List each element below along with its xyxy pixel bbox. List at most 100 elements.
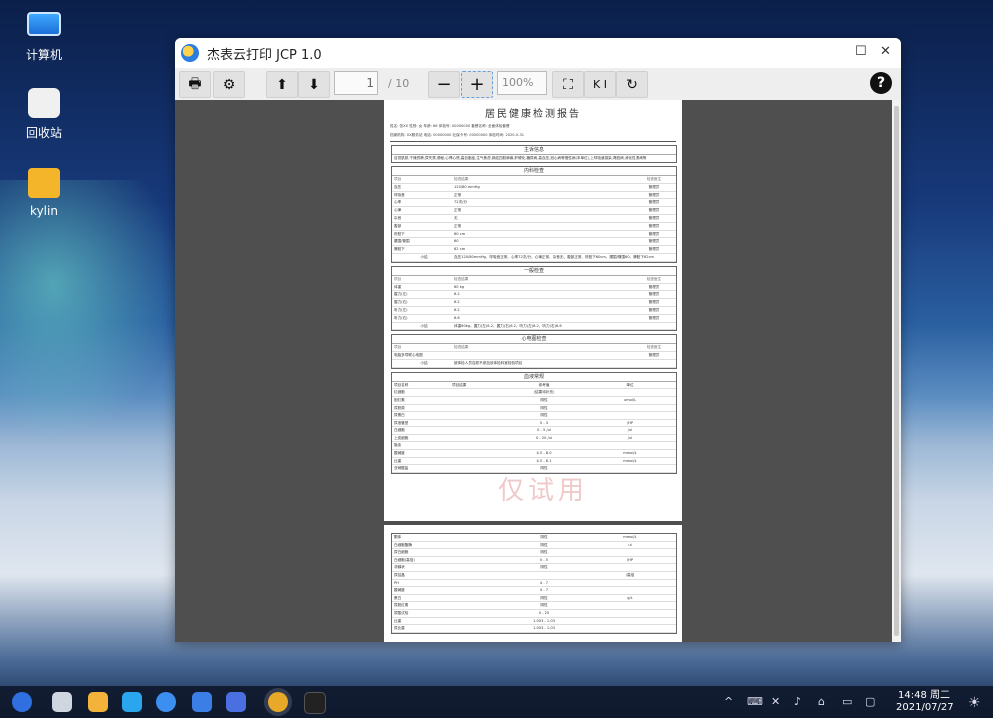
column-header: 项目 [394, 177, 402, 181]
wps-writer-icon[interactable] [192, 692, 212, 712]
table-cell: 比重 [394, 458, 402, 463]
clock-time: 14:48 周二 [898, 690, 950, 701]
tray-expand-icon[interactable]: ^ [724, 695, 733, 708]
minus-icon: − [436, 74, 452, 95]
lab-row: 酮体 阴性 mmol/L [392, 534, 676, 542]
zoom-out-button[interactable]: − [428, 71, 460, 98]
table-cell: 白细胞酯酶 [394, 542, 412, 547]
maximize-icon[interactable]: ☐ [855, 44, 867, 59]
lab-row: 尿白细胞 阴性 [392, 549, 676, 557]
next-page-button[interactable]: ⬇ [298, 71, 330, 98]
table-row: 杂音 无 管理员 [392, 215, 676, 223]
table-cell [452, 625, 504, 632]
fit-width-button[interactable]: K I [584, 71, 616, 98]
table-cell [584, 602, 676, 609]
column-header: 检查结果 [454, 177, 469, 181]
table-row: 心率 72次/分 管理员 [392, 199, 676, 208]
browser-icon[interactable] [156, 692, 176, 712]
desktop-icon-trash[interactable]: 回收站 [14, 88, 74, 141]
print-button[interactable]: 🖶 [179, 71, 211, 98]
table-header: 项目 检查结果 检查医生 [392, 276, 676, 284]
table-cell: 正常 [454, 223, 462, 228]
summary-label: 小结 [420, 254, 428, 259]
document-viewer[interactable]: 居民健康检测报告 姓名: 张XX 性别: 女 年龄: 68 体检号: 00000… [175, 100, 892, 642]
night-mode-icon[interactable]: ☀ [968, 695, 981, 711]
table-cell: mmol/L [623, 451, 637, 456]
summary-text: 被体检人员自愿不参加该体检科室检验项目 [454, 360, 523, 365]
summary-row: 小结 体重60kg、握力(左)6.2、握力(右)6.2、听力(左)6.2、听力(右… [392, 323, 676, 331]
multitask-icon[interactable] [52, 692, 72, 712]
volume-icon[interactable]: ♪ [794, 695, 801, 708]
document-title: 居民健康检测报告 [485, 109, 581, 120]
device-icon[interactable]: ▭ [842, 695, 852, 708]
settings-button[interactable]: ⚙ [213, 71, 245, 98]
close-icon[interactable]: ✕ [880, 44, 891, 59]
summary-label: 小结 [420, 360, 428, 365]
start-menu-icon[interactable] [12, 692, 32, 712]
table-cell: /ul [627, 428, 633, 433]
help-button[interactable]: ? [870, 72, 892, 94]
home-folder-icon [28, 168, 60, 198]
table-cell [452, 610, 504, 617]
vertical-scrollbar[interactable] [892, 100, 901, 642]
summary-text: 体重60kg、握力(左)6.2、握力(右)6.2、听力(左)6.2、听力(右)6… [454, 323, 562, 328]
table-cell: 尿白细胞 [394, 550, 409, 555]
table-cell: /高倍 [625, 572, 635, 577]
desktop-icon-computer[interactable]: 计算机 [14, 12, 74, 63]
table-cell: 尿液管型 [394, 420, 409, 425]
notification-icon[interactable]: ▢ [865, 695, 875, 708]
table-cell: 管理员 [648, 300, 660, 305]
lab-row: 项目名称 项目结果 参考值 单位 [392, 382, 676, 390]
table-cell: mmol/L [623, 535, 637, 539]
table-cell: 白细胞 [394, 428, 405, 433]
jcp-taskbar-icon[interactable] [264, 688, 292, 716]
computer-icon [27, 12, 61, 36]
table-cell: 阴性 [540, 397, 548, 402]
table-cell [584, 618, 676, 625]
table-cell: 无 [454, 215, 458, 220]
previous-page-button[interactable]: ⬆ [266, 71, 298, 98]
table-cell: 隐血 [394, 443, 402, 448]
wifi-icon[interactable]: ⌂ [818, 695, 825, 708]
lab-row: 白细胞 0 - 5 /ul/ul [392, 427, 676, 435]
page-number-input[interactable]: 1 [334, 71, 378, 95]
table-row: 肝脏下 60 cm 管理员 [392, 231, 676, 239]
zoom-select[interactable]: 100% ÷ [497, 71, 547, 111]
patient-info-line2: 档案机构: XX服务站 电话: 00000000 社保卡号: 00000000 … [390, 133, 525, 137]
trial-watermark: 仅试用 [497, 476, 588, 506]
table-cell [452, 442, 504, 449]
table-cell: 尿蛋白 [394, 413, 405, 418]
column-header: 项目 [394, 345, 402, 350]
table-cell: 单位 [626, 382, 634, 387]
table-cell: 上皮细胞 [394, 435, 409, 440]
desktop-icon-home[interactable]: kylin [14, 168, 74, 218]
table-cell [452, 542, 504, 549]
rotate-icon: ↻ [626, 76, 638, 93]
search-app-icon[interactable] [226, 692, 246, 712]
clock[interactable]: 14:48 周二 2021/07/27 [896, 690, 954, 714]
keyboard-icon[interactable]: ⌨ [747, 695, 763, 708]
table-cell: 阴性 [540, 550, 548, 555]
zoom-value: 100% [502, 76, 534, 89]
table-cell [452, 580, 504, 587]
fit-page-button[interactable]: ⛶ [552, 71, 584, 98]
table-cell: 酮体 [394, 535, 402, 539]
scrollbar-thumb[interactable] [894, 106, 899, 636]
table-cell [584, 580, 676, 587]
terminal-icon[interactable] [304, 692, 326, 714]
app-window: 杰表云打印 JCP 1.0 ☐ ✕ 🖶 ⚙ ⬆ ⬇ 1 / 10 − + 100… [175, 38, 901, 642]
desktop-icon-label: 计算机 [25, 48, 62, 62]
page-1: 居民健康检测报告 姓名: 张XX 性别: 女 年龄: 68 体检号: 00000… [384, 100, 682, 521]
table-cell [452, 572, 504, 579]
table-cell: /ul [627, 435, 633, 440]
software-store-icon[interactable] [122, 692, 142, 712]
lab-row: 尿胆原 阴性 [392, 405, 676, 413]
network-off-icon[interactable]: ✕ [771, 695, 780, 708]
table-row: 握力(右) 6.2 管理员 [392, 299, 676, 307]
table-cell: 管理员 [648, 239, 660, 244]
zoom-in-button[interactable]: + [461, 71, 493, 98]
lab-row: 比重 1.003 - 1.03 [392, 618, 676, 626]
file-manager-icon[interactable] [88, 692, 108, 712]
rotate-button[interactable]: ↻ [616, 71, 648, 98]
section-heading: 内科检查 [392, 167, 676, 176]
